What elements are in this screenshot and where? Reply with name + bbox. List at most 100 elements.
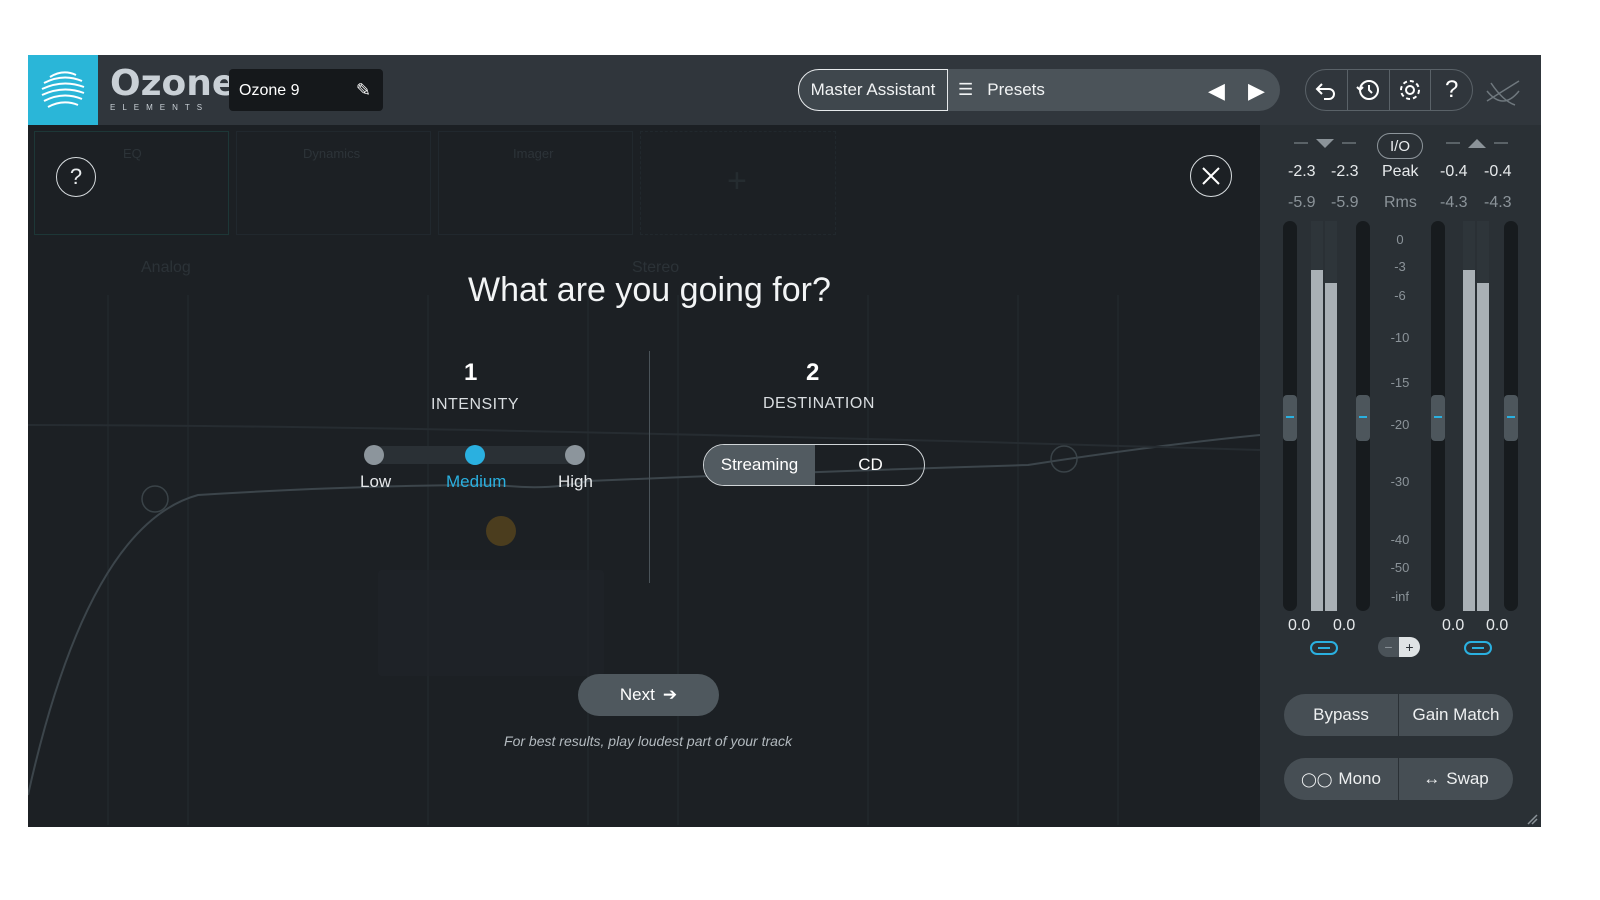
scale-label: -40 [1390,532,1410,547]
output-meter-left-fill [1463,270,1475,611]
undo-icon[interactable] [1306,70,1348,110]
preset-name-text: Ozone 9 [239,82,300,99]
io-toggle[interactable]: I/O [1377,133,1423,159]
input-gain-left[interactable]: 0.0 [1288,617,1310,635]
mono-label: Mono [1338,769,1381,788]
intensity-low-label[interactable]: Low [360,472,391,492]
brand-sub: ELEMENTS [110,103,210,112]
mono-swap-group: ◯◯ Mono ↔ Swap [1284,758,1513,800]
ozone-window: Ozone ELEMENTS Ozone 9 ✎ Master Assistan… [28,55,1541,827]
list-icon: ☰ [958,80,974,99]
module-dynamics[interactable]: Dynamics [236,131,431,235]
dialog-help-button[interactable]: ? [56,157,96,197]
history-icon[interactable] [1348,70,1390,110]
input-meter-left-fill [1311,270,1323,611]
module-imager[interactable]: Imager [438,131,633,235]
output-peak-right: -0.4 [1484,163,1512,180]
tool-group: ? [1305,69,1473,111]
izotope-logo-icon [1483,71,1523,116]
preset-name-field[interactable]: Ozone 9 ✎ [229,69,383,111]
intensity-medium-label[interactable]: Medium [446,472,506,492]
rms-label: Rms [1384,194,1417,211]
brand: Ozone ELEMENTS [110,63,237,113]
intensity-medium-dot[interactable] [465,445,485,465]
output-peak-left: -0.4 [1440,163,1468,180]
bypass-gainmatch-group: Bypass Gain Match [1284,694,1513,736]
assistant-presets-group: Master Assistant ☰ Presets ◀ ▶ [798,69,1280,111]
step2-number: 2 [806,359,820,386]
scale-label: -3 [1394,259,1406,274]
dialog-title: What are you going for? [468,271,831,309]
intensity-high-dot[interactable] [565,445,585,465]
module-label: Imager [513,146,554,161]
mono-button[interactable]: ◯◯ Mono [1284,758,1399,800]
input-gain-fader-right[interactable] [1356,395,1370,441]
input-meter-right-fill [1325,283,1337,611]
peak-label: Peak [1382,163,1419,180]
step1-label: INTENSITY [431,396,520,413]
output-gain-right[interactable]: 0.0 [1486,617,1508,635]
input-rms-left: -5.9 [1288,194,1316,211]
resize-handle-icon[interactable] [1526,813,1538,825]
input-peak-right: -2.3 [1331,163,1359,180]
input-rms-right: -5.9 [1331,194,1359,211]
destination-streaming-button[interactable]: Streaming [704,445,815,485]
plus-icon: + [727,162,747,200]
input-gain-fader[interactable] [1283,395,1297,441]
previous-preset-icon[interactable]: ◀ [1208,78,1225,104]
pencil-icon[interactable]: ✎ [356,80,371,101]
next-preset-icon[interactable]: ▶ [1248,78,1265,104]
minus-icon[interactable]: − [1378,637,1399,657]
step2-label: DESTINATION [763,395,875,412]
swap-label: Swap [1446,769,1489,788]
output-gain-fader[interactable] [1431,395,1445,441]
destination-cd-button[interactable]: CD [815,445,924,485]
intensity-high-label[interactable]: High [558,472,593,492]
arrow-right-icon: ➔ [662,685,678,704]
input-link-icon[interactable] [1310,641,1338,655]
scale-label: -6 [1394,288,1406,303]
next-label: Next [619,685,655,704]
swap-icon: ↔ [1423,769,1441,788]
output-offset-toggle[interactable]: − + [1378,637,1420,657]
top-bar: Ozone ELEMENTS Ozone 9 ✎ Master Assistan… [28,55,1541,125]
analog-mode-label[interactable]: Analog [141,259,191,277]
input-collapse-icon[interactable] [1294,137,1356,151]
dialog-divider [649,351,650,583]
output-gain-left[interactable]: 0.0 [1442,617,1464,635]
band-popup [378,570,604,676]
output-collapse-icon[interactable] [1446,137,1508,151]
output-link-icon[interactable] [1464,641,1492,655]
output-gain-fader-right[interactable] [1504,395,1518,441]
bypass-button[interactable]: Bypass [1284,694,1399,736]
ozone-logo-icon [28,55,98,125]
master-assistant-button[interactable]: Master Assistant [798,69,948,111]
brand-name: Ozone [110,63,237,104]
swap-button[interactable]: ↔ Swap [1399,758,1513,800]
input-gain-right[interactable]: 0.0 [1333,617,1355,635]
io-meter-panel: I/O -2.3 -2.3 Peak -0.4 -0.4 -5.9 -5.9 R… [1260,125,1541,827]
presets-label: Presets [987,80,1045,99]
presets-button[interactable]: ☰ Presets [958,69,1045,111]
add-module-slot[interactable]: + [640,131,836,235]
output-rms-left: -4.3 [1440,194,1468,211]
close-button[interactable] [1190,155,1232,197]
next-button[interactable]: Next ➔ [578,674,719,716]
intensity-low-dot[interactable] [364,445,384,465]
plus-icon[interactable]: + [1399,637,1420,657]
scale-label: -30 [1390,474,1410,489]
output-meter-right-fill [1477,283,1489,611]
mono-icon: ◯◯ [1301,770,1333,787]
gear-icon[interactable] [1390,70,1432,110]
close-icon [1202,167,1220,185]
help-icon[interactable]: ? [1431,70,1472,110]
output-rms-right: -4.3 [1484,194,1512,211]
input-peak-left: -2.3 [1288,163,1316,180]
scale-label: -20 [1390,417,1410,432]
scale-label: -15 [1390,375,1410,390]
destination-toggle: Streaming CD [703,444,925,486]
dialog-hint: For best results, play loudest part of y… [504,733,792,749]
scale-label: 0 [1396,232,1404,247]
scale-label: -10 [1390,330,1410,345]
gain-match-button[interactable]: Gain Match [1399,694,1513,736]
